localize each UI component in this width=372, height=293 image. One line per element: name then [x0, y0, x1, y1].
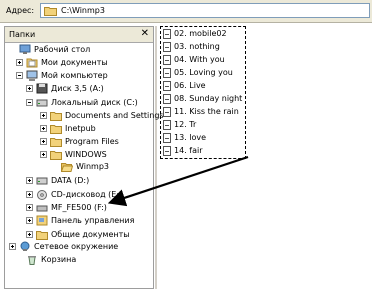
floppy-icon	[36, 83, 48, 94]
folders-pane-title: Папки	[9, 30, 36, 39]
file-name: 11. Kiss the rain	[174, 107, 239, 116]
documents-icon	[26, 58, 38, 68]
expand-icon[interactable]	[26, 204, 33, 211]
expand-icon[interactable]	[26, 191, 33, 198]
address-label: Адрес:	[6, 6, 35, 15]
tree-item-label: WINDOWS	[65, 150, 107, 159]
expand-icon[interactable]	[26, 177, 33, 184]
file-name: 06. Live	[174, 81, 206, 90]
file-name: 03. nothing	[174, 42, 220, 51]
file-name: 08. Sunday night	[174, 94, 243, 103]
expand-icon[interactable]	[40, 151, 47, 158]
collapse-icon[interactable]	[26, 99, 33, 106]
tree-item-label: MF_FE500 (F:)	[51, 203, 107, 212]
file-name: 12. Tr	[174, 120, 197, 129]
expand-icon[interactable]	[40, 112, 47, 119]
folder-icon	[36, 231, 48, 240]
tree-item-label: Диск 3,5 (A:)	[51, 84, 104, 93]
audio-file-icon	[163, 133, 171, 143]
expand-icon[interactable]	[16, 59, 23, 66]
audio-file-icon	[163, 94, 171, 104]
file-name: 02. mobile02	[174, 29, 227, 38]
tree-item-label: Program Files	[65, 137, 119, 146]
tree-item-label: DATA (D:)	[51, 176, 90, 185]
tree-item-label: CD-дисковод (E:)	[51, 190, 123, 199]
folder-icon	[50, 112, 62, 121]
audio-file-icon	[163, 120, 171, 130]
tree-item-label: Общие документы	[51, 230, 130, 239]
expand-icon[interactable]	[9, 243, 16, 250]
audio-file-icon	[163, 146, 171, 156]
file-name: 13. love	[174, 133, 207, 142]
control-panel-icon	[36, 215, 48, 226]
audio-file-icon	[163, 81, 171, 91]
hard-drive-icon	[36, 99, 48, 107]
cd-drive-icon	[37, 190, 47, 200]
desktop-icon	[19, 44, 31, 54]
expand-icon[interactable]	[40, 138, 47, 145]
tree-item-label: Локальный диск (C:)	[51, 98, 138, 107]
expand-icon[interactable]	[26, 231, 33, 238]
expand-icon[interactable]	[26, 217, 33, 224]
address-field[interactable]: C:\Winmp3	[40, 3, 370, 18]
close-icon[interactable]: ✕	[141, 28, 149, 40]
recycle-bin-icon	[28, 256, 36, 265]
audio-file-icon	[163, 55, 171, 65]
address-bar: Адрес: C:\Winmp3	[0, 0, 372, 23]
audio-file-icon	[163, 29, 171, 39]
pane-splitter[interactable]	[155, 26, 157, 289]
tree-item-label: Inetpub	[65, 124, 96, 133]
tree-item-label: Панель управления	[51, 216, 135, 225]
tree-item-label: Winmp3	[76, 162, 109, 171]
collapse-icon[interactable]	[16, 72, 23, 79]
address-path: C:\Winmp3	[61, 6, 105, 15]
folder-icon	[50, 151, 62, 160]
folders-pane-header: Папки ✕	[5, 27, 153, 43]
tree-item-label: Рабочий стол	[34, 45, 91, 54]
tree-item-label: Корзина	[41, 255, 77, 264]
audio-file-icon	[163, 42, 171, 52]
hard-drive-icon	[36, 177, 48, 185]
folder-icon	[50, 138, 62, 147]
folder-open-icon	[61, 163, 73, 172]
file-name: 04. With you	[174, 55, 225, 64]
file-name: 05. Loving you	[174, 68, 233, 77]
computer-icon	[26, 70, 38, 81]
file-name: 14. fair	[174, 146, 203, 155]
tree-item-label: Мои документы	[41, 58, 108, 67]
network-icon	[20, 241, 30, 251]
tree-item-label: Сетевое окружение	[34, 242, 119, 251]
folder-icon	[50, 125, 62, 134]
folder-icon	[44, 7, 57, 16]
audio-file-icon	[163, 68, 171, 78]
tree-item-label: Documents and Settings	[65, 111, 164, 120]
removable-drive-icon	[36, 205, 48, 212]
expand-icon[interactable]	[26, 85, 33, 92]
tree-item-label: Мой компьютер	[41, 71, 108, 80]
audio-file-icon	[163, 107, 171, 117]
expand-icon[interactable]	[40, 125, 47, 132]
